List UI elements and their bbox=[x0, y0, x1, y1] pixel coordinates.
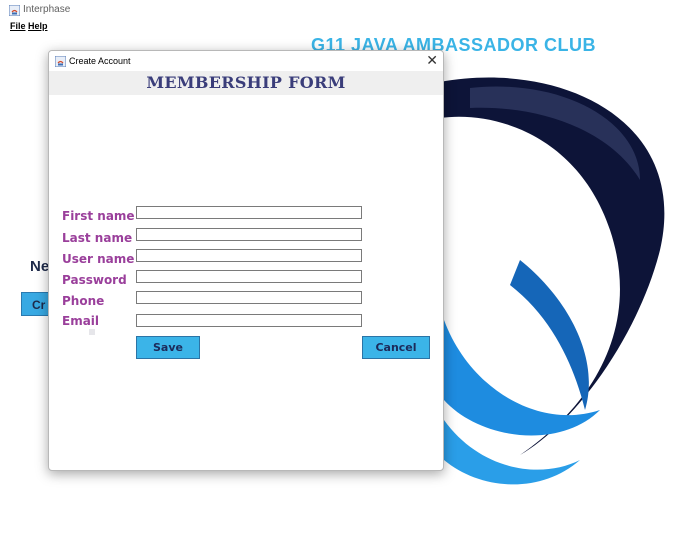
save-button[interactable]: Save bbox=[136, 336, 200, 359]
java-app-icon bbox=[55, 56, 66, 67]
dialog-title: Create Account bbox=[69, 56, 131, 66]
background-heading-partial: Ne bbox=[30, 258, 50, 275]
form-title: MEMBERSHIP FORM bbox=[146, 73, 346, 92]
decorative-mark bbox=[89, 329, 95, 335]
phone-label: Phone bbox=[62, 294, 105, 308]
first-name-label: First name bbox=[62, 209, 135, 223]
email-field[interactable] bbox=[136, 314, 362, 327]
email-label: Email bbox=[62, 314, 100, 328]
password-field[interactable] bbox=[136, 270, 362, 283]
create-account-dialog: Create Account ✕ MEMBERSHIP FORM First n… bbox=[48, 50, 444, 471]
dialog-titlebar[interactable]: Create Account ✕ bbox=[49, 51, 443, 71]
last-name-label: Last name bbox=[62, 231, 133, 245]
user-name-label: User name bbox=[62, 252, 135, 266]
form-header: MEMBERSHIP FORM bbox=[49, 71, 443, 95]
user-name-field[interactable] bbox=[136, 249, 362, 262]
cancel-button[interactable]: Cancel bbox=[362, 336, 430, 359]
password-label: Password bbox=[62, 273, 127, 287]
first-name-field[interactable] bbox=[136, 206, 362, 219]
close-icon[interactable]: ✕ bbox=[426, 53, 438, 69]
phone-field[interactable] bbox=[136, 291, 362, 304]
last-name-field[interactable] bbox=[136, 228, 362, 241]
logo-blue-swoosh-right bbox=[510, 260, 589, 410]
